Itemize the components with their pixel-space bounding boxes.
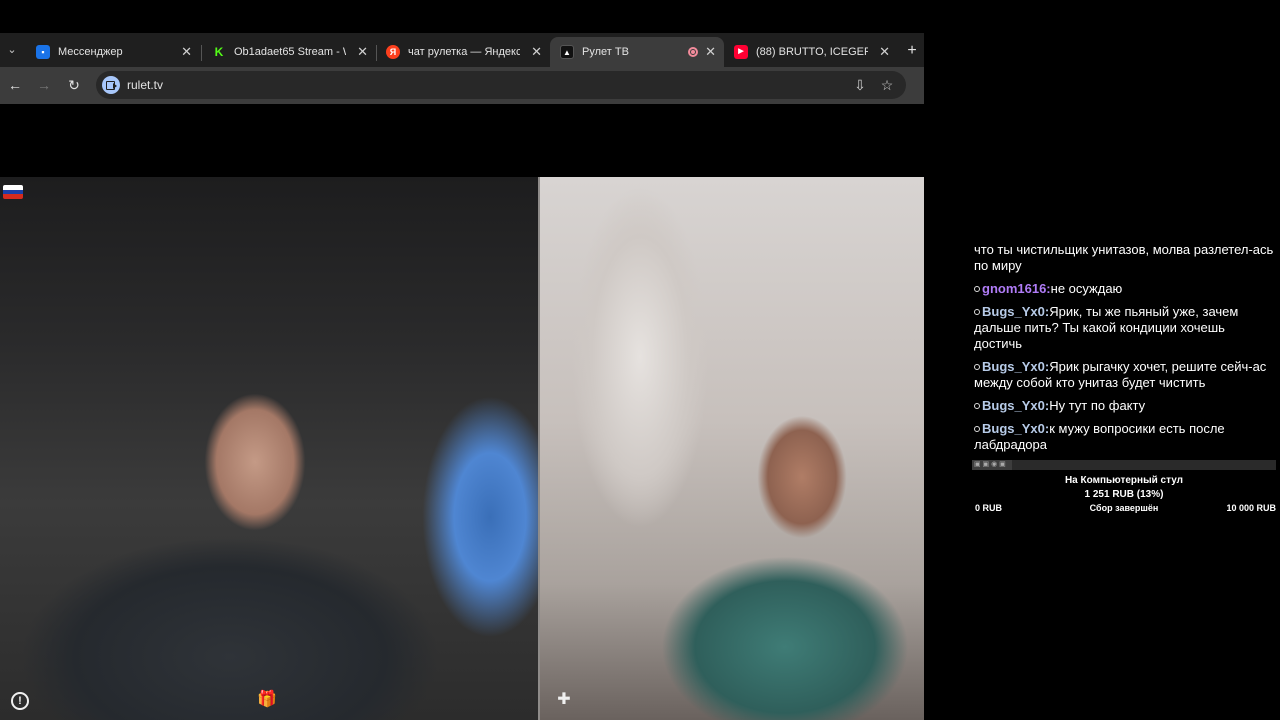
badge-icon (974, 309, 980, 315)
kick-icon: K (214, 45, 224, 59)
chat-username: Bugs_Yx0: (982, 398, 1050, 413)
message-text: Ну тут по факту (1049, 398, 1146, 413)
toolbar: ← → ↻ rulet.tv ⇩ ☆ (0, 67, 924, 104)
url-text[interactable]: rulet.tv (127, 71, 163, 99)
video-partner: 👤 ✚ (540, 177, 924, 720)
badge-icon (974, 286, 980, 292)
bookmark-star-icon[interactable]: ☆ (877, 75, 897, 95)
chat-username: Bugs_Yx0: (982, 421, 1050, 436)
donation-title: На Компьютерный стул (1064, 475, 1184, 486)
chat-message: Bugs_Yx0:к мужу вопросики есть после лаб… (974, 421, 1274, 453)
donation-goal: ▣ ▣ ◉ ▣ На Компьютерный стул 1 251 RUB (… (972, 460, 1276, 515)
video-self: ! 🎁 (0, 177, 540, 720)
badge-icon (974, 364, 980, 370)
chat-message: что ты чистильщик унитазов, молва разлет… (974, 242, 1274, 274)
tab-yandex[interactable]: Я чат рулетка — Яндекс: на ✕ (376, 37, 550, 67)
donation-progress-bar: ▣ ▣ ◉ ▣ (972, 460, 1276, 470)
close-icon[interactable]: ✕ (357, 37, 368, 67)
forward-icon[interactable]: → (34, 75, 54, 95)
tab-rulet-tv[interactable]: ▲ Рулет ТВ ✕ (550, 37, 724, 67)
badge-icon (974, 403, 980, 409)
tab-strip: ⌄ ▪ Мессенджер ✕ K Ob1adaet65 Stream - W… (0, 33, 924, 67)
tab-title: Ob1adaet65 Stream - Wat (234, 46, 346, 58)
reload-icon[interactable]: ↻ (64, 75, 84, 95)
russia-flag-icon (3, 185, 23, 199)
info-icon: ! (11, 692, 29, 710)
browser-window: ⌄ ▪ Мессенджер ✕ K Ob1adaet65 Stream - W… (0, 30, 924, 720)
tab-title: чат рулетка — Яндекс: на (408, 46, 520, 58)
close-icon[interactable]: ✕ (879, 37, 890, 67)
donation-max: 10 000 RUB (1226, 503, 1276, 513)
report-button[interactable]: ! (7, 688, 33, 714)
badge-icon (974, 426, 980, 432)
chat-username: Bugs_Yx0: (982, 359, 1050, 374)
chat-username: Bugs_Yx0: (982, 304, 1050, 319)
tab-title: Мессенджер (58, 46, 123, 58)
tab-stream[interactable]: K Ob1adaet65 Stream - Wat ✕ (202, 37, 376, 67)
chat-message: gnom1616:не осуждаю (974, 281, 1274, 297)
stream-chat: что ты чистильщик унитазов, молва разлет… (974, 242, 1274, 460)
screen: ⌄ ▪ Мессенджер ✕ K Ob1adaet65 Stream - W… (0, 0, 1280, 720)
tab-title: Рулет ТВ (582, 46, 629, 58)
rulet-tv-icon: ▲ (560, 45, 574, 59)
page-content: ! 🎁 👤 ✚ (0, 104, 924, 720)
message-text: что ты чистильщик унитазов, молва разлет… (974, 242, 1274, 273)
donation-range: 0 RUB Сбор завершён 10 000 RUB (972, 501, 1276, 515)
yandex-icon: Я (386, 45, 400, 59)
chat-message: Bugs_Yx0:Ну тут по факту (974, 398, 1274, 414)
chat-message: Bugs_Yx0:Ярик, ты же пьяный уже, зачем д… (974, 304, 1274, 352)
recording-icon (688, 47, 698, 57)
chat-message: Bugs_Yx0:Ярик рыгачку хочет, решите сейч… (974, 359, 1274, 391)
chat-bubble-icon: ▪ (36, 45, 50, 59)
back-icon[interactable]: ← (5, 75, 25, 95)
donation-bar-icons: ▣ ▣ ◉ ▣ (974, 461, 1006, 468)
donation-amount: 1 251 RUB (13%) (1084, 489, 1164, 500)
site-info-icon[interactable] (102, 76, 120, 94)
close-icon[interactable]: ✕ (181, 37, 192, 67)
youtube-icon: ▶ (734, 45, 748, 59)
gamepad-icon[interactable]: ✚ (551, 687, 577, 713)
new-tab-button[interactable]: + (902, 41, 922, 61)
close-icon[interactable]: ✕ (705, 37, 716, 67)
tab-title: (88) BRUTTO, ICEGERGERT (756, 46, 868, 58)
close-icon[interactable]: ✕ (531, 37, 542, 67)
gift-icon[interactable]: 🎁 (254, 687, 280, 713)
address-bar[interactable]: rulet.tv ⇩ ☆ (96, 71, 906, 99)
install-app-icon[interactable]: ⇩ (850, 75, 870, 95)
tab-youtube[interactable]: ▶ (88) BRUTTO, ICEGERGERT ✕ (724, 37, 898, 67)
chat-username: gnom1616: (982, 281, 1051, 296)
tab-messenger[interactable]: ▪ Мессенджер ✕ (26, 37, 200, 67)
message-text: не осуждаю (1050, 281, 1123, 296)
tab-search-button[interactable]: ⌄ (2, 40, 22, 60)
